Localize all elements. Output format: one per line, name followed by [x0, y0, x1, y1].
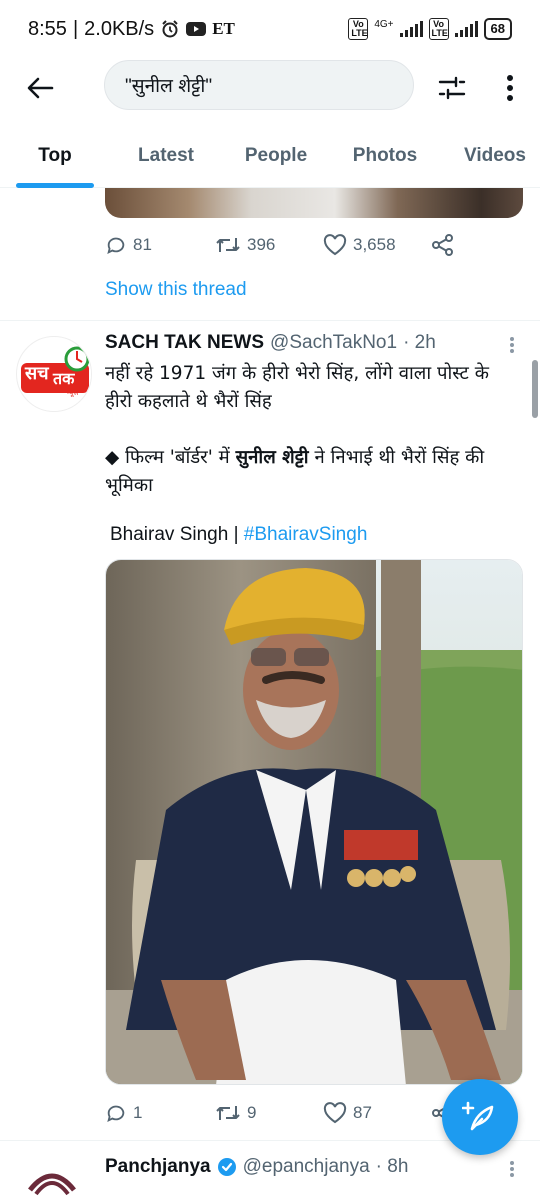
next-avatar[interactable] [22, 1156, 82, 1200]
volte-badge-2: Vo LTE [428, 18, 449, 40]
author-name[interactable]: SACH TAK NEWS [105, 332, 264, 354]
tweet-time: · 2h [403, 332, 436, 353]
youtube-icon [186, 21, 207, 37]
reply-count: 81 [133, 235, 152, 254]
avatar-text-1: सच [25, 363, 49, 384]
status-time: 8:55 [28, 17, 67, 40]
sliders-icon [438, 76, 466, 100]
like-count: 87 [353, 1103, 372, 1122]
retweet-count: 9 [247, 1103, 257, 1122]
arrow-left-icon [27, 77, 54, 99]
reply-button[interactable]: 81 [105, 234, 152, 256]
next-author-handle[interactable]: @epanchjanya [243, 1156, 370, 1178]
author-handle[interactable]: @SachTakNo1 [270, 332, 397, 354]
search-input[interactable]: "सुनील शेट्टी" [104, 60, 414, 110]
tweet-caption: Bhairav Singh | #BhairavSingh [110, 524, 367, 546]
like-button[interactable]: 3,658 [323, 234, 396, 256]
tweet-actions: 1 9 87 [105, 1098, 465, 1128]
signal-icon [399, 21, 423, 37]
caption-text: Bhairav Singh | [110, 524, 244, 545]
search-tabs: Top Latest People Photos Videos [0, 130, 540, 188]
like-count: 3,658 [353, 235, 396, 254]
reply-icon [107, 237, 125, 255]
more-vertical-icon [510, 1161, 514, 1177]
avatar-text-3: न्यूज [67, 389, 79, 397]
tab-photos[interactable]: Photos [340, 130, 430, 188]
status-left: 8:55 | 2.0KB/s ET [28, 18, 235, 41]
tweet-text-line-1: नहीं रहे 1971 जंग के हीरो भेरो सिंह, लों… [105, 363, 489, 412]
next-author-name[interactable]: Panchjanya [105, 1156, 211, 1178]
volte-badge: Vo LTE [348, 18, 369, 40]
alarm-icon [160, 19, 180, 39]
tab-people[interactable]: People [232, 130, 320, 188]
signal-icon-2 [454, 21, 478, 37]
next-tweet-time: · 8h [375, 1156, 409, 1177]
status-right: Vo LTE 4G+ Vo LTE 68 [348, 18, 512, 40]
verified-badge-icon [217, 1157, 237, 1177]
share-button[interactable] [431, 234, 455, 256]
status-speed: 2.0KB/s [84, 17, 155, 40]
et-label: ET [212, 19, 235, 38]
search-query: "सुनील शेट्टी" [125, 76, 213, 97]
more-options-button[interactable] [488, 66, 532, 110]
tweet-text-line-2: ◆ फिल्म 'बॉर्डर' में सुनील शेट्टी ने निभ… [105, 444, 515, 500]
active-tab-indicator [16, 183, 94, 188]
panchjanya-logo [23, 1157, 81, 1200]
like-button[interactable]: 87 [323, 1102, 372, 1124]
status-bar: 8:55 | 2.0KB/s ET Vo LTE 4G+ Vo LTE 68 [0, 0, 540, 58]
compose-tweet-button[interactable] [442, 1079, 518, 1155]
heart-icon [323, 1102, 347, 1124]
previous-tweet-media[interactable] [105, 188, 523, 218]
reply-icon [107, 1105, 125, 1123]
tweet-menu-button[interactable] [500, 334, 524, 356]
retweet-button[interactable]: 396 [215, 234, 275, 256]
battery-icon: 68 [483, 18, 512, 40]
search-filter-button[interactable] [430, 66, 474, 110]
tab-videos[interactable]: Videos [452, 130, 538, 188]
search-highlight: सुनील शेट्टी [235, 447, 309, 468]
retweet-count: 396 [247, 235, 276, 254]
text-prefix: ◆ फिल्म 'बॉर्डर' में [105, 447, 236, 468]
status-separator: | [72, 17, 79, 40]
tab-top[interactable]: Top [16, 130, 94, 188]
heart-icon [323, 234, 347, 256]
tweet-text: नहीं रहे 1971 जंग के हीरो भेरो सिंह, लों… [105, 360, 515, 500]
back-button[interactable] [18, 66, 62, 110]
search-header: "सुनील शेट्टी" [0, 58, 540, 118]
next-tweet-header: Panchjanya @epanchjanya · 8h [105, 1156, 408, 1178]
feather-plus-icon [462, 1101, 494, 1131]
network-type: 4G+ [374, 18, 394, 30]
tweet-photo[interactable] [105, 559, 523, 1085]
photo-soldier-portrait [106, 560, 522, 1084]
more-vertical-icon [507, 75, 513, 101]
retweet-icon [216, 1106, 240, 1120]
retweet-button[interactable]: 9 [215, 1102, 256, 1124]
tweet-header: SACH TAK NEWS @SachTakNo1 · 2h [105, 332, 505, 354]
scrollbar[interactable] [532, 360, 538, 418]
tweet-divider [0, 320, 540, 321]
reply-count: 1 [133, 1103, 143, 1122]
avatar-text-2: तक [53, 369, 75, 388]
next-tweet-menu-button[interactable] [500, 1158, 524, 1180]
show-thread-link[interactable]: Show this thread [105, 279, 247, 301]
tab-latest[interactable]: Latest [122, 130, 210, 188]
more-vertical-icon [510, 337, 514, 353]
retweet-icon [216, 238, 240, 252]
share-icon [432, 234, 453, 256]
hashtag-link[interactable]: #BhairavSingh [244, 524, 368, 545]
previous-tweet-actions: 81 396 3,658 [105, 230, 465, 260]
avatar[interactable]: सच तक न्यूज [16, 336, 92, 412]
reply-button[interactable]: 1 [105, 1102, 142, 1124]
